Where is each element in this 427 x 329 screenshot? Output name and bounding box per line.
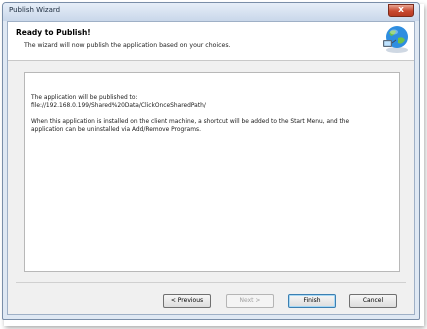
install-info-line-1: When this application is installed on th… xyxy=(31,119,350,125)
publish-location-label: The application will be published to: xyxy=(31,95,138,101)
page-title: Ready to Publish! xyxy=(16,28,91,37)
install-info-line-2: application can be uninstalled via Add/R… xyxy=(31,127,201,133)
publish-location-path: file://192.168.0.199/Shared%20Data/Click… xyxy=(31,103,206,109)
page-subtitle: The wizard will now publish the applicat… xyxy=(24,42,231,49)
wizard-client-area: Ready to Publish! The wizard will now pu… xyxy=(7,21,415,315)
title-bar[interactable]: Publish Wizard x xyxy=(3,3,419,21)
close-button[interactable]: x xyxy=(388,4,414,17)
window-title: Publish Wizard xyxy=(9,6,61,14)
footer-divider xyxy=(16,282,406,283)
next-button[interactable]: Next > xyxy=(226,294,274,308)
publish-wizard-window: Publish Wizard x Ready to Publish! The w… xyxy=(2,2,420,320)
wizard-header: Ready to Publish! The wizard will now pu… xyxy=(8,22,414,61)
summary-panel: The application will be published to: fi… xyxy=(24,72,400,272)
globe-network-icon xyxy=(383,26,408,53)
cancel-button[interactable]: Cancel xyxy=(349,294,397,308)
close-icon: x xyxy=(398,5,404,15)
finish-button[interactable]: Finish xyxy=(288,294,336,308)
previous-button[interactable]: < Previous xyxy=(163,294,211,308)
